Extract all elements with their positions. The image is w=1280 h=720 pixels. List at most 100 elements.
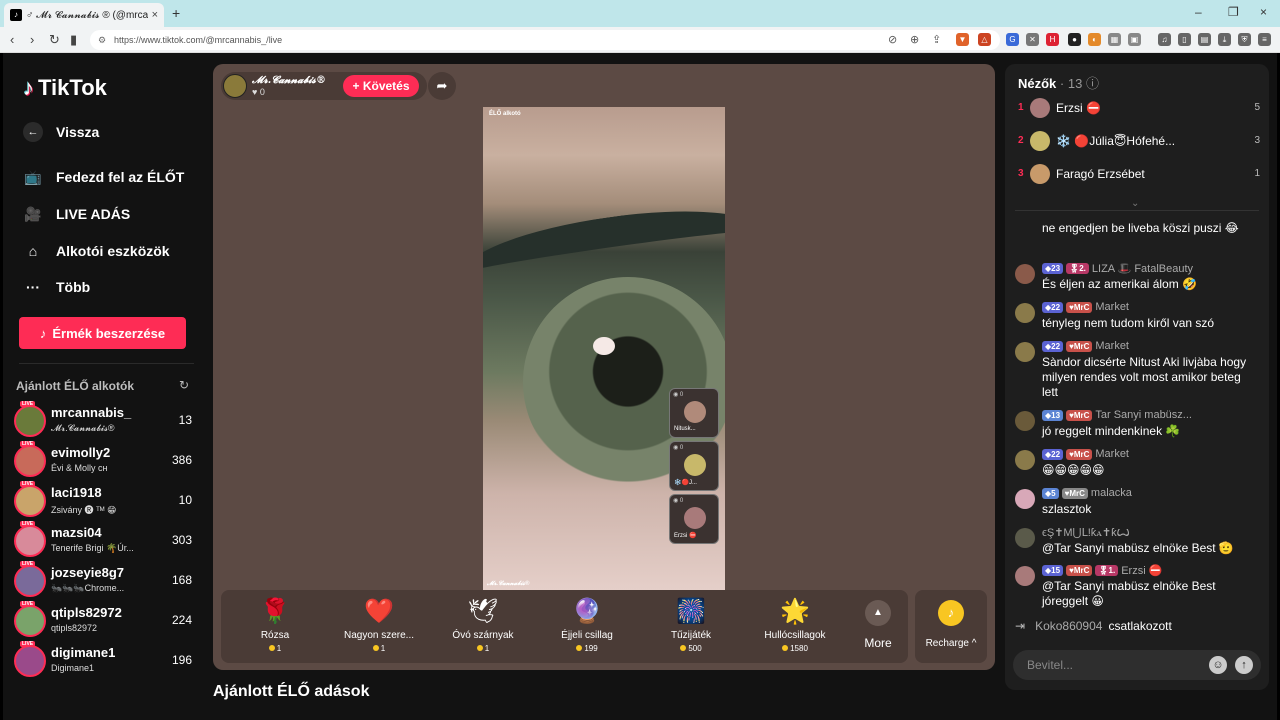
gift-item[interactable]: 🌹 Rózsa 1 [225,596,325,653]
chat-username[interactable]: ◆13 ♥MrC Tar Sanyi mabüsz... [1042,409,1192,421]
chat-username[interactable]: ◆22 ♥MrC Market [1042,448,1129,460]
chat-avatar[interactable] [1015,489,1035,509]
chat-avatar[interactable] [1015,566,1035,586]
top-viewer-item[interactable]: 3 Faragó Erzsébet 1 [1018,162,1260,186]
share-page-icon[interactable]: ⇪ [932,33,941,46]
top-viewer-item[interactable]: 1 Erzsi ⛔ 5 [1018,96,1260,120]
nav-explore-live[interactable]: 📺 Fedezd fel az ÉLŐT [23,167,184,187]
extension-dark-icon[interactable]: ● [1068,33,1081,46]
suggested-creator-item[interactable]: LIVE jozseyie8g7 🐜🐜🐜Chrome... 168 [14,561,192,601]
guest-tile[interactable]: ◉ 0 ❄️🔴J... [669,441,719,491]
extension-window-icon[interactable]: ▣ [1128,33,1141,46]
gift-item[interactable]: 🕊 Óvó szárnyak 1 [433,596,533,653]
share-icon[interactable]: ➦ [428,72,456,100]
browser-tab[interactable]: ♪ ♂︎ 𝓜𝓻 𝓒𝓪𝓷𝓷𝓪𝓫𝓲𝓼 ® (@mrcan × [4,3,164,27]
tab-close-icon[interactable]: × [152,9,158,21]
new-tab-button[interactable]: + [172,5,180,21]
rewards-icon[interactable]: △ [978,33,991,46]
back-link[interactable]: ← Vissza [23,122,99,142]
gift-item[interactable]: 🔮 Éjjeli csillag 199 [537,596,637,653]
chevron-down-icon[interactable]: ⌄ [1131,198,1139,209]
chat-avatar[interactable] [1015,303,1035,323]
reload-icon[interactable]: ↻ [49,32,60,48]
heart-icon: ♥ [252,87,258,97]
guest-tile[interactable]: ◉ 0 Erzsi ⛔ [669,494,719,544]
translate-off-icon[interactable]: ⊘ [888,33,897,46]
gift-item[interactable]: 🎆 Tűzijáték 500 [641,596,741,653]
nav-live[interactable]: 🎥 LIVE ADÁS [23,204,130,224]
suggested-creator-item[interactable]: LIVE evimolly2 Évi & Molly ᴄʜ 386 [14,441,192,481]
guest-viewers: ◉ 0 [673,445,684,451]
help-icon[interactable]: ⓘ [1086,76,1099,91]
creator-avatar [14,525,46,557]
extension-color-icon[interactable]: ◐ [1088,33,1101,46]
sidebar-icon[interactable]: ▯ [1178,33,1191,46]
suggested-creator-item[interactable]: LIVE digimane1 Digimane1 196 [14,641,192,681]
menu-icon[interactable]: ≡ [1258,33,1271,46]
chat-avatar[interactable] [1015,450,1035,470]
top-viewer-item[interactable]: 2 ❄️ 🔴Júlia😇Hófehé... 3 [1018,129,1260,153]
maximize-button[interactable]: ❐ [1228,5,1239,19]
tiktok-logo[interactable]: ♪ TikTok [23,75,107,101]
user-badge: 🎖1. [1095,565,1119,576]
media-icon[interactable]: ♫ [1158,33,1171,46]
downloads-icon[interactable]: ⤓ [1218,33,1231,46]
back-arrow-icon[interactable]: ‹ [10,32,14,47]
follow-button[interactable]: + Követés [343,75,419,97]
chat-username[interactable]: ◆15 ♥MrC 🎖1. Erzsi ⛔ [1042,564,1162,577]
live-stream-player[interactable]: 𝓜𝓻.𝓒𝓪𝓷𝓷𝓪𝓫𝓲𝓼® ♥ 0 + Követés ➦ ÉLŐ alkotó … [213,64,995,670]
brave-shield-icon[interactable]: ▼ [956,33,969,46]
translate-extension-icon[interactable]: G [1006,33,1019,46]
close-window-button[interactable]: × [1260,5,1267,19]
bookmark-icon[interactable]: ▮ [70,32,77,48]
chat-username[interactable]: ◆22 ♥MrC Market [1042,340,1129,352]
extension-hls-icon[interactable]: H [1046,33,1059,46]
minimize-button[interactable]: – [1195,5,1202,19]
gift-item[interactable]: 🌟 Hullócsillagok 1580 [745,596,845,653]
suggested-creator-item[interactable]: LIVE mrcannabis_ 𝓜𝓻.𝓒𝓪𝓷𝓷𝓪𝓫𝓲𝓼® 13 [14,401,192,441]
gift-name: Tűzijáték [670,630,711,641]
host-name[interactable]: 𝓜𝓻.𝓒𝓪𝓷𝓷𝓪𝓫𝓲𝓼® [252,75,326,86]
refresh-icon[interactable]: ↻ [179,378,189,392]
emoji-icon[interactable]: ☺ [1209,656,1227,674]
wallet-icon[interactable]: ▤ [1198,33,1211,46]
recharge-button[interactable]: ♪ Recharge ^ [915,590,987,663]
chat-username-text: malacka [1090,487,1132,499]
chat-username[interactable]: ◆5 ♥MrC malacka [1042,487,1132,499]
site-info-icon[interactable]: ⚙ [98,30,106,50]
live-badge: LIVE [20,521,36,527]
host-info[interactable]: 𝓜𝓻.𝓒𝓪𝓷𝓷𝓪𝓫𝓲𝓼® ♥ 0 + Követés [221,72,427,100]
chat-avatar[interactable] [1015,342,1035,362]
get-coins-button[interactable]: ♪ Érmék beszerzése [19,317,186,349]
nav-more[interactable]: ··· Több [23,277,90,297]
send-icon[interactable]: ↑ [1235,656,1253,674]
extension-x-icon[interactable]: ✕ [1026,33,1039,46]
suggested-creator-item[interactable]: LIVE laci1918 Zsivány 🅡 ᵀᴹ 😁 10 [14,481,192,521]
guest-avatar [684,454,706,476]
chat-avatar[interactable] [1015,528,1035,548]
chat-username[interactable]: ◆22 ♥MrC Market [1042,301,1129,313]
user-badge: ♥MrC [1066,340,1093,352]
creator-name: jozseyie8g7 [51,565,124,580]
address-bar[interactable]: ⚙ https://www.tiktok.com/@mrcannabis_/li… [90,30,1000,50]
chat-avatar[interactable] [1015,411,1035,431]
more-gifts-button[interactable]: ▲ More [857,600,899,650]
creator-name: evimolly2 [51,445,111,460]
creator-subtitle: qtipls82972 [51,623,98,633]
gift-item[interactable]: ❤️ Nagyon szere... 1 [329,596,429,653]
chat-avatar[interactable] [1015,264,1035,284]
chat-username[interactable]: ϵŞ✝M⋃ᒪ!ƙꭺ✝ƙꙌ [1042,526,1130,540]
guest-tile[interactable]: ◉ 0 Nitusk... [669,388,719,438]
nav-creator-tools[interactable]: ⌂ Alkotói eszközök [23,241,170,261]
host-avatar[interactable] [223,74,247,98]
join-user[interactable]: Koko860904 [1035,619,1102,633]
extension-grid-icon[interactable]: ▦ [1108,33,1121,46]
chat-input[interactable]: Bevitel... ☺ ↑ [1013,650,1261,680]
chat-username-text: LIZA 🎩 FatalBeauty [1091,263,1194,275]
suggested-creator-item[interactable]: LIVE qtipls82972 qtipls82972 224 [14,601,192,641]
vpn-shield-icon[interactable]: ⛨ [1238,33,1251,46]
suggested-creator-item[interactable]: LIVE mazsi04 Tenerife Brigi 🌴Úr... 303 [14,521,192,561]
zoom-icon[interactable]: ⊕ [910,33,919,46]
chat-username[interactable]: ◆23 🎖2. LIZA 🎩 FatalBeauty [1042,262,1193,275]
forward-arrow-icon[interactable]: › [30,32,34,47]
